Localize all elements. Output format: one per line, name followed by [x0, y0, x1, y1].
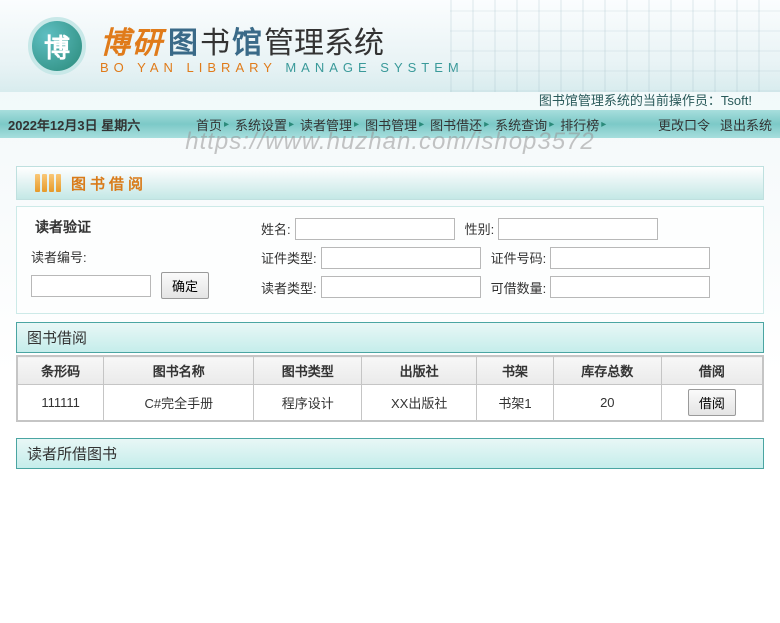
cell-shelf: 书架1	[477, 385, 554, 421]
col-booktype: 图书类型	[254, 357, 362, 385]
field-name: 姓名:	[261, 217, 455, 240]
id-no-input[interactable]	[550, 247, 710, 269]
books-table: 条形码 图书名称 图书类型 出版社 书架 库存总数 借阅 111111 C#完全…	[17, 356, 763, 421]
nav-item-label: 系统查询	[495, 115, 547, 134]
col-shelf: 书架	[477, 357, 554, 385]
chevron-right-icon: ▸	[484, 119, 489, 130]
subtitle-en-2: MANAGE SYSTEM	[285, 60, 463, 75]
app-title-cn: 博研 图 书 馆 管理系统	[100, 18, 464, 62]
name-input[interactable]	[295, 218, 455, 240]
chevron-right-icon: ▸	[354, 119, 359, 130]
nav-bar: 2022年12月3日 星期六 首页▸ 系统设置▸ 读者管理▸ 图书管理▸ 图书借…	[0, 110, 780, 138]
title-part-blue1: 图	[168, 18, 198, 62]
nav-item-reader[interactable]: 读者管理▸	[300, 115, 359, 134]
nav-item-borrow[interactable]: 图书借还▸	[430, 115, 489, 134]
gender-label: 性别:	[465, 219, 495, 238]
cell-booktype: 程序设计	[254, 385, 362, 421]
field-id-no: 证件号码:	[491, 246, 711, 269]
banner-pattern	[450, 0, 780, 92]
logout-link[interactable]: 退出系统	[720, 115, 772, 134]
operator-bar: 图书馆管理系统的当前操作员：Tsoft!	[0, 92, 780, 110]
app-header: 博 博研 图 书 馆 管理系统 BO YAN LIBRARY MANAGE SY…	[0, 0, 780, 92]
chevron-right-icon: ▸	[224, 119, 229, 130]
reader-id-label: 读者编号:	[31, 247, 241, 266]
reader-id-input[interactable]	[31, 275, 151, 297]
borrow-limit-label: 可借数量:	[491, 278, 547, 297]
id-type-input[interactable]	[321, 247, 481, 269]
nav-item-home[interactable]: 首页▸	[196, 115, 229, 134]
form-area: 读者验证 读者编号: 确定 姓名: 性别:	[16, 206, 764, 314]
table-row: 111111 C#完全手册 程序设计 XX出版社 书架1 20 借阅	[18, 385, 763, 421]
nav-item-query[interactable]: 系统查询▸	[495, 115, 554, 134]
cell-barcode: 111111	[18, 385, 104, 421]
title-part-blue2: 馆	[232, 18, 262, 62]
field-borrow-limit: 可借数量:	[491, 276, 711, 299]
bars-icon	[35, 174, 61, 192]
subtitle-en-1: BO YAN LIBRARY	[100, 60, 277, 75]
col-publisher: 出版社	[362, 357, 477, 385]
title-part-suffix: 管理系统	[264, 18, 384, 62]
nav-item-system[interactable]: 系统设置▸	[235, 115, 294, 134]
content-area: 图书借阅 读者验证 读者编号: 确定 姓名: 性别:	[0, 138, 780, 469]
chevron-right-icon: ▸	[289, 119, 294, 130]
chevron-right-icon: ▸	[549, 119, 554, 130]
section-title-label: 图书借阅	[71, 173, 147, 194]
id-type-label: 证件类型:	[261, 248, 317, 267]
sub-header-borrowed: 读者所借图书	[16, 438, 764, 469]
app-title-en: BO YAN LIBRARY MANAGE SYSTEM	[100, 60, 464, 75]
col-stock: 库存总数	[553, 357, 661, 385]
reader-type-label: 读者类型:	[261, 278, 317, 297]
id-no-label: 证件号码:	[491, 248, 547, 267]
change-password-link[interactable]: 更改口令	[658, 115, 710, 134]
field-gender: 性别:	[465, 217, 659, 240]
nav-item-label: 图书管理	[365, 115, 417, 134]
reader-type-input[interactable]	[321, 276, 481, 298]
nav-menu: 首页▸ 系统设置▸ 读者管理▸ 图书管理▸ 图书借还▸ 系统查询▸ 排行榜▸	[150, 115, 652, 134]
nav-item-label: 图书借还	[430, 115, 482, 134]
name-label: 姓名:	[261, 219, 291, 238]
field-id-type: 证件类型:	[261, 246, 481, 269]
nav-item-rank[interactable]: 排行榜▸	[560, 115, 606, 134]
cell-stock: 20	[553, 385, 661, 421]
gender-input[interactable]	[498, 218, 658, 240]
chevron-right-icon: ▸	[419, 119, 424, 130]
col-action: 借阅	[661, 357, 762, 385]
nav-item-book[interactable]: 图书管理▸	[365, 115, 424, 134]
reader-info-panel: 姓名: 性别: 证件类型: 证件号码: 读者类型:	[261, 217, 749, 299]
books-table-wrap: 条形码 图书名称 图书类型 出版社 书架 库存总数 借阅 111111 C#完全…	[16, 355, 764, 422]
title-part-orange: 博研	[100, 18, 164, 62]
section-title-borrow: 图书借阅	[16, 166, 764, 200]
table-header-row: 条形码 图书名称 图书类型 出版社 书架 库存总数 借阅	[18, 357, 763, 385]
nav-item-label: 读者管理	[300, 115, 352, 134]
reader-id-group: 读者编号: 确定	[31, 247, 241, 299]
col-barcode: 条形码	[18, 357, 104, 385]
nav-item-label: 排行榜	[560, 115, 599, 134]
borrow-limit-input[interactable]	[550, 276, 710, 298]
confirm-button[interactable]: 确定	[161, 272, 209, 299]
nav-date: 2022年12月3日 星期六	[8, 115, 140, 134]
nav-right-links: 更改口令 退出系统	[658, 115, 772, 134]
col-bookname: 图书名称	[104, 357, 254, 385]
nav-item-label: 系统设置	[235, 115, 287, 134]
sub-header-borrow: 图书借阅	[16, 322, 764, 353]
title-part-black1: 书	[200, 18, 230, 62]
borrow-button[interactable]: 借阅	[688, 389, 736, 416]
logo-icon: 博	[28, 17, 86, 75]
cell-action: 借阅	[661, 385, 762, 421]
title-block: 博研 图 书 馆 管理系统 BO YAN LIBRARY MANAGE SYST…	[100, 18, 464, 75]
nav-item-label: 首页	[196, 115, 222, 134]
chevron-right-icon: ▸	[601, 119, 606, 130]
cell-bookname: C#完全手册	[104, 385, 254, 421]
cell-publisher: XX出版社	[362, 385, 477, 421]
reader-verify-panel: 读者验证 读者编号: 确定	[31, 217, 241, 299]
field-reader-type: 读者类型:	[261, 276, 481, 299]
reader-verify-title: 读者验证	[31, 217, 241, 237]
